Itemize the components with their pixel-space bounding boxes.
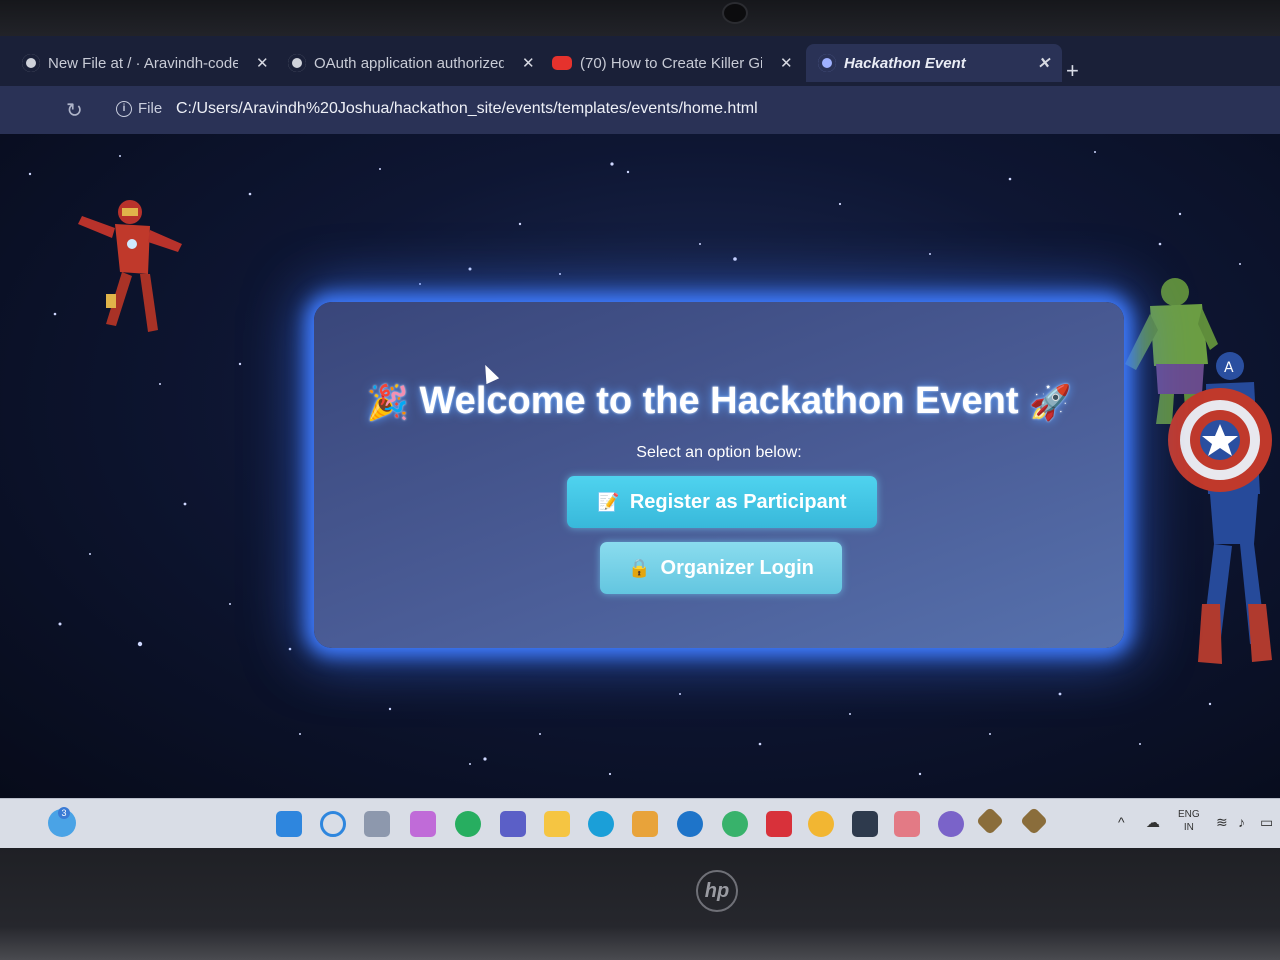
tab-title: Hackathon Event xyxy=(844,54,966,72)
lock-icon: 🔒 xyxy=(628,557,651,578)
chrome-icon[interactable] xyxy=(808,811,834,837)
task-view-icon[interactable] xyxy=(364,811,390,837)
search-icon[interactable] xyxy=(320,811,346,837)
subtitle: Select an option below: xyxy=(636,444,802,461)
youtube-icon xyxy=(552,56,572,70)
taskbar: 3 ^ ☁ ENG IN ≋ ♪ ▭ xyxy=(0,798,1280,848)
page-viewport: A 🎉 Welcome to the Hackathon Event 🚀 Sel… xyxy=(0,134,1280,798)
whatsapp-icon[interactable] xyxy=(455,811,481,837)
register-button-label: Register as Participant xyxy=(629,490,847,513)
git-icon[interactable] xyxy=(1019,806,1049,836)
github-icon xyxy=(22,54,40,72)
captain-america-illustration: A xyxy=(1168,352,1272,664)
close-icon[interactable]: ✕ xyxy=(256,54,269,72)
weather-badge: 3 xyxy=(58,807,70,819)
weather-widget-icon[interactable]: 3 xyxy=(48,807,76,837)
tab-title: OAuth application authorized xyxy=(314,54,504,72)
git-icon[interactable] xyxy=(975,806,1005,836)
vscode-like-icon[interactable] xyxy=(852,811,878,837)
page-title: 🎉 Welcome to the Hackathon Event 🚀 xyxy=(314,380,1124,423)
battery-icon[interactable]: ▭ xyxy=(1260,814,1273,831)
close-icon[interactable]: ✕ xyxy=(1037,54,1050,72)
store-icon[interactable] xyxy=(632,811,658,837)
register-participant-button[interactable]: 📝 Register as Participant xyxy=(567,476,877,528)
welcome-card: 🎉 Welcome to the Hackathon Event 🚀 Selec… xyxy=(314,302,1124,648)
browser-tab-strip: New File at / · Aravindh-coder/ ✕ OAuth … xyxy=(0,36,1280,86)
tab-github-new-file[interactable]: New File at / · Aravindh-coder/ ✕ xyxy=(22,44,269,82)
tab-title: New File at / · Aravindh-coder/ xyxy=(48,54,238,72)
tab-hackathon-event[interactable]: Hackathon Event ✕ xyxy=(806,44,1062,82)
page-title-text: Welcome to the Hackathon Event xyxy=(419,380,1019,422)
address-bar: ↻ i File C:/Users/Aravindh%20Joshua/hack… xyxy=(0,86,1280,135)
screen: New File at / · Aravindh-coder/ ✕ OAuth … xyxy=(0,36,1280,848)
tab-oauth[interactable]: OAuth application authorized ✕ xyxy=(288,44,535,82)
start-icon[interactable] xyxy=(276,811,302,837)
reload-icon[interactable]: ↻ xyxy=(66,98,83,123)
rocket-icon: 🚀 xyxy=(1029,383,1072,422)
language-indicator[interactable]: ENG IN xyxy=(1178,808,1200,834)
monitor-bezel-bottom: hp xyxy=(0,848,1280,960)
memo-icon: 📝 xyxy=(597,491,620,512)
chevron-up-icon[interactable]: ^ xyxy=(1118,814,1125,830)
scheme-label: File xyxy=(138,100,163,117)
organizer-button-label: Organizer Login xyxy=(660,556,814,579)
site-info[interactable]: i File xyxy=(116,100,162,117)
cloud-icon[interactable]: ☁ xyxy=(1146,814,1160,831)
svg-text:A: A xyxy=(1224,360,1234,376)
close-icon[interactable]: ✕ xyxy=(522,54,535,72)
tab-youtube[interactable]: (70) How to Create Killer GitHu ✕ xyxy=(552,44,793,82)
volume-icon[interactable]: ♪ xyxy=(1238,814,1245,830)
browser-app-icon[interactable] xyxy=(722,811,748,837)
url-input[interactable]: C:/Users/Aravindh%20Joshua/hackathon_sit… xyxy=(176,100,758,118)
copilot-icon[interactable] xyxy=(410,811,436,837)
mcafee-icon[interactable] xyxy=(766,811,792,837)
new-tab-button[interactable]: + xyxy=(1066,60,1079,82)
language-code: ENG xyxy=(1178,809,1200,820)
close-icon[interactable]: ✕ xyxy=(780,54,793,72)
app-icon[interactable] xyxy=(894,811,920,837)
teams-icon[interactable] xyxy=(500,811,526,837)
webcam xyxy=(722,2,748,24)
party-popper-icon: 🎉 xyxy=(366,383,409,422)
monitor-bezel-top xyxy=(0,0,1280,40)
organizer-login-button[interactable]: 🔒 Organizer Login xyxy=(600,542,842,594)
wifi-icon[interactable]: ≋ xyxy=(1216,814,1228,831)
github-icon xyxy=(288,54,306,72)
ironman-illustration xyxy=(78,200,182,332)
github-desktop-icon[interactable] xyxy=(938,811,964,837)
file-explorer-icon[interactable] xyxy=(544,811,570,837)
chrome-icon xyxy=(818,54,836,72)
tab-title: (70) How to Create Killer GitHu xyxy=(580,54,762,72)
info-icon: i xyxy=(116,100,132,117)
region-code: IN xyxy=(1183,822,1194,833)
hp-app-icon[interactable] xyxy=(677,811,703,837)
hp-logo: hp xyxy=(696,870,738,912)
edge-icon[interactable] xyxy=(588,811,614,837)
